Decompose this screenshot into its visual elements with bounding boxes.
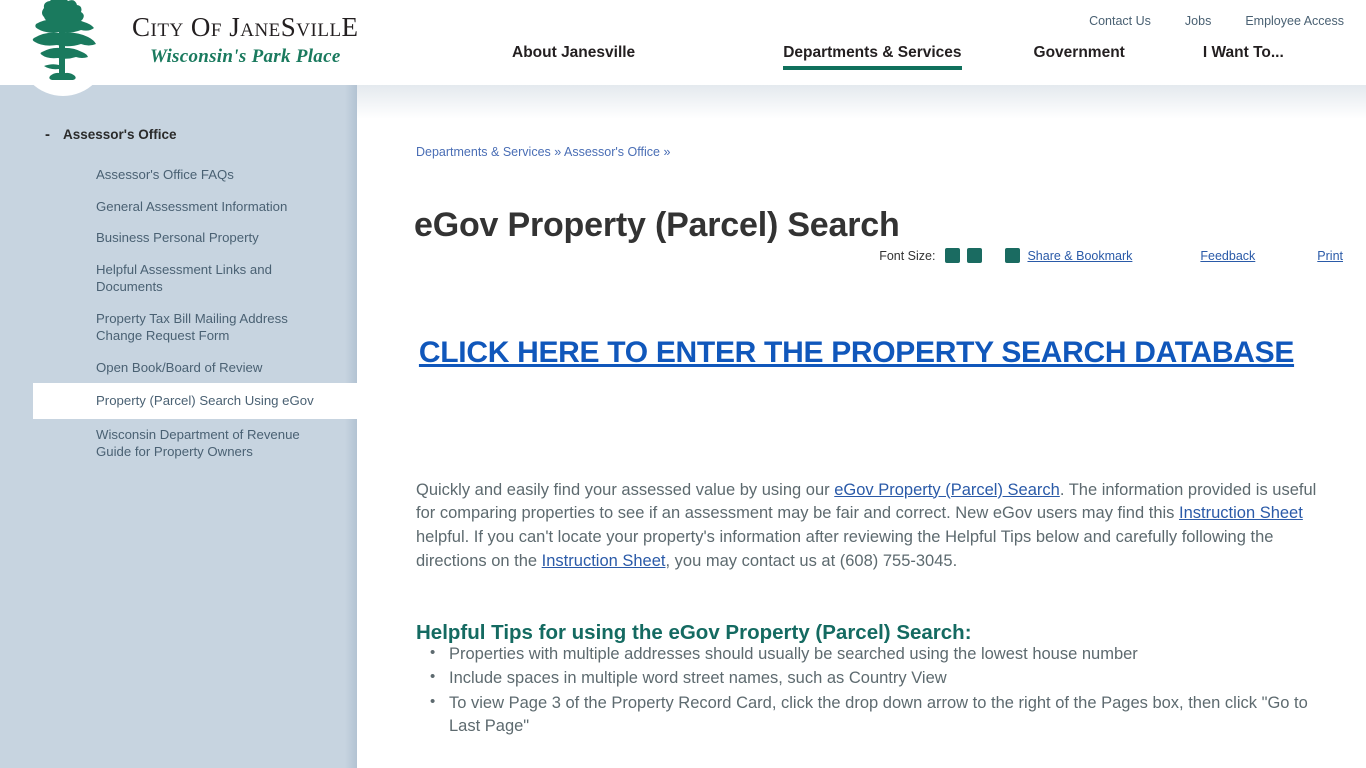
feedback-link[interactable]: Feedback: [1200, 249, 1255, 263]
instruction-sheet-link-2[interactable]: Instruction Sheet: [542, 552, 666, 570]
sidebar-item-general-assessment-information[interactable]: General Assessment Information: [0, 191, 357, 223]
egov-property-parcel-search-link[interactable]: eGov Property (Parcel) Search: [834, 481, 1060, 499]
sidebar-item-property-tax-bill-mailing-address[interactable]: Property Tax Bill Mailing Address Change…: [0, 303, 357, 352]
list-item: Include spaces in multiple word street n…: [430, 666, 1321, 690]
page-title: eGov Property (Parcel) Search: [414, 205, 900, 244]
sidebar-item-helpful-assessment-links[interactable]: Helpful Assessment Links and Documents: [0, 254, 357, 303]
breadcrumb-separator: »: [554, 145, 562, 159]
sidebar-list: Assessor's Office FAQs General Assessmen…: [0, 159, 357, 468]
font-size-increase-icon[interactable]: [967, 248, 983, 263]
helpful-tips-heading: Helpful Tips for using the eGov Property…: [416, 621, 972, 644]
breadcrumb-link-assessors-office[interactable]: Assessor's Office: [564, 145, 660, 159]
brand-title: City Of JaneSvillE: [132, 12, 359, 42]
util-link-jobs[interactable]: Jobs: [1185, 14, 1211, 28]
brand-tagline: Wisconsin's Park Place: [149, 46, 341, 67]
brand-wordmark: City Of JaneSvillE Wisconsin's Park Plac…: [132, 14, 359, 68]
paragraph-text-1: Quickly and easily find your assessed va…: [416, 480, 835, 499]
nav-item-departments-services[interactable]: Departments & Services: [783, 44, 962, 75]
sidebar-section-header: - Assessor's Office: [45, 127, 177, 142]
sidebar-item-wisconsin-dor-guide[interactable]: Wisconsin Department of Revenue Guide fo…: [0, 419, 357, 468]
utility-nav: Contact Us Jobs Employee Access: [1089, 14, 1344, 28]
green-tree-logo-icon: [32, 0, 96, 80]
sidebar-item-assessors-office[interactable]: Assessor's Office: [63, 127, 177, 142]
util-link-employee-access[interactable]: Employee Access: [1245, 14, 1344, 28]
list-item: Properties with multiple addresses shoul…: [430, 642, 1321, 666]
sidebar-item-property-parcel-search-using-egov[interactable]: Property (Parcel) Search Using eGov: [33, 383, 357, 419]
paragraph-text-4: , you may contact us at (608) 755-3045.: [665, 551, 958, 570]
intro-paragraph: Quickly and easily find your assessed va…: [416, 479, 1340, 574]
page-toolbar: Font Size: Share & Bookmark Feedback Pri…: [879, 248, 1343, 263]
sidebar-item-open-book-board-of-review[interactable]: Open Book/Board of Review: [0, 352, 357, 384]
main-content: Departments & Services » Assessor's Offi…: [357, 85, 1366, 768]
util-link-contact-us[interactable]: Contact Us: [1089, 14, 1151, 28]
nav-item-government[interactable]: Government: [1034, 44, 1125, 75]
nav-item-about-janesville[interactable]: About Janesville: [512, 44, 635, 75]
share-icon[interactable]: [1005, 248, 1021, 263]
site-header: City Of JaneSvillE Wisconsin's Park Plac…: [0, 0, 1366, 96]
list-item: To view Page 3 of the Property Record Ca…: [430, 691, 1321, 739]
print-link[interactable]: Print: [1317, 249, 1343, 263]
font-size-decrease-icon[interactable]: [945, 248, 961, 263]
helpful-tips-list: Properties with multiple addresses shoul…: [416, 642, 1321, 740]
share-bookmark-link[interactable]: Share & Bookmark: [1027, 249, 1132, 263]
property-search-database-link[interactable]: CLICK HERE TO ENTER THE PROPERTY SEARCH …: [414, 333, 1299, 373]
sidebar-item-business-personal-property[interactable]: Business Personal Property: [0, 222, 357, 254]
breadcrumb-link-departments-services[interactable]: Departments & Services: [416, 145, 551, 159]
nav-item-i-want-to[interactable]: I Want To...: [1203, 44, 1284, 75]
sidebar: - Assessor's Office Assessor's Office FA…: [0, 85, 357, 768]
instruction-sheet-link-1[interactable]: Instruction Sheet: [1179, 504, 1303, 522]
logo-circle: [18, 0, 108, 96]
main-nav: About Janesville Departments & Services …: [470, 44, 1350, 75]
content-top-gradient: [357, 85, 1366, 119]
minus-icon[interactable]: -: [45, 127, 50, 142]
breadcrumb-trailing-separator: »: [663, 145, 671, 159]
sidebar-item-assessors-office-faqs[interactable]: Assessor's Office FAQs: [0, 159, 357, 191]
breadcrumb: Departments & Services » Assessor's Offi…: [416, 145, 670, 159]
font-size-label: Font Size:: [879, 248, 936, 263]
